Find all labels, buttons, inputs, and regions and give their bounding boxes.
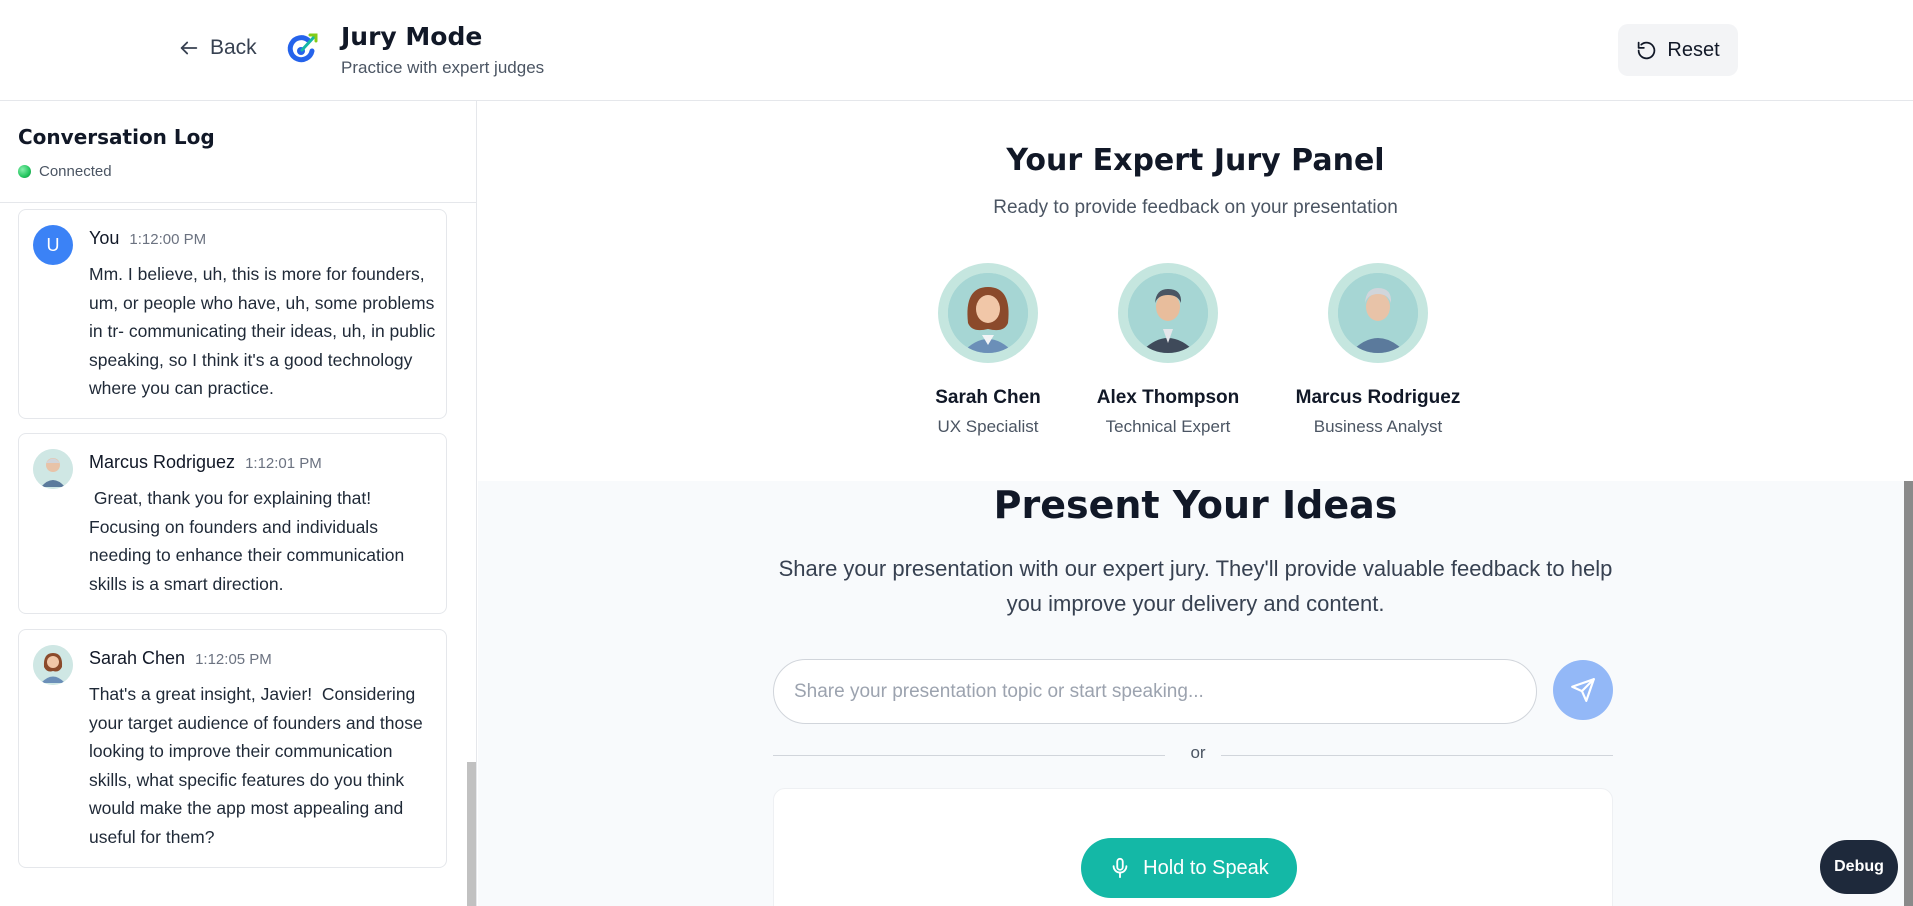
message-item: U You 1:12:00 PM Mm. I believe, uh, this… — [18, 209, 447, 419]
reset-icon — [1638, 41, 1656, 59]
message-text: Mm. I believe, uh, this is more for foun… — [89, 264, 436, 398]
microphone-icon — [1112, 857, 1128, 879]
conversation-log-panel: Conversation Log Connected U You 1:12:00… — [0, 101, 477, 906]
message-author: Sarah Chen — [89, 648, 186, 668]
present-description: Share your presentation with our expert … — [778, 556, 1613, 616]
judge-name: Sarah Chen — [935, 387, 1041, 408]
message-item: Marcus Rodriguez 1:12:01 PM Great, thank… — [18, 433, 447, 614]
message-text: Great, thank you for explaining that! Fo… — [89, 488, 410, 594]
arrow-left-icon — [180, 41, 198, 55]
jury-panel-subtitle: Ready to provide feedback on your presen… — [993, 197, 1398, 218]
jury-panel-section: Your Expert Jury Panel Ready to provide … — [478, 101, 1913, 481]
reset-button[interactable]: Reset — [1618, 24, 1738, 76]
judge-avatar — [1118, 263, 1218, 363]
speak-card: Hold to Speak — [773, 788, 1613, 906]
conversation-log-header: Conversation Log Connected — [0, 101, 476, 203]
page-title: Jury Mode — [341, 22, 483, 51]
divider — [773, 755, 1165, 756]
judge-name: Alex Thompson — [1096, 387, 1240, 408]
judge-name: Marcus Rodriguez — [1295, 387, 1461, 408]
judge-card: Alex Thompson Technical Expert — [1073, 263, 1263, 437]
message-time: 1:12:00 PM — [129, 231, 207, 248]
sidebar-scrollbar[interactable] — [467, 762, 476, 906]
present-title: Present Your Ideas — [993, 483, 1398, 527]
send-icon — [1571, 678, 1595, 702]
back-button[interactable]: Back — [178, 36, 257, 60]
judge-card: Sarah Chen UX Specialist — [893, 263, 1083, 437]
connection-status-label: Connected — [39, 163, 112, 180]
judge-avatar — [938, 263, 1038, 363]
message-text: That's a great insight, Javier! Consider… — [89, 684, 428, 847]
sarah-portrait-icon — [33, 645, 73, 685]
page-subtitle: Practice with expert judges — [341, 58, 545, 77]
hold-to-speak-button[interactable]: Hold to Speak — [1081, 838, 1297, 898]
marcus-portrait-icon — [33, 449, 73, 489]
or-label: or — [1190, 743, 1206, 762]
reset-label: Reset — [1667, 38, 1720, 61]
judge-avatar — [1328, 263, 1428, 363]
presentation-input[interactable] — [773, 659, 1537, 724]
jury-panel-title: Your Expert Jury Panel — [1006, 143, 1385, 178]
send-button[interactable] — [1553, 660, 1613, 720]
debug-button[interactable]: Debug — [1820, 840, 1898, 894]
logo-icon — [287, 33, 318, 63]
marcus-portrait-icon — [1338, 273, 1418, 353]
conversation-log-title: Conversation Log — [18, 125, 215, 149]
connection-status: Connected — [18, 163, 458, 180]
message-time: 1:12:01 PM — [245, 455, 322, 472]
sarah-portrait-icon — [948, 273, 1028, 353]
top-header: Back Jury Mode Practice with expert judg… — [0, 0, 1913, 101]
main-content: Your Expert Jury Panel Ready to provide … — [478, 101, 1913, 906]
present-section: Present Your Ideas Share your presentati… — [478, 481, 1913, 906]
sarah-avatar — [33, 645, 73, 685]
judge-role: Business Analyst — [1313, 417, 1443, 436]
hold-to-speak-label: Hold to Speak — [1143, 856, 1269, 879]
message-author: Marcus Rodriguez — [89, 452, 236, 472]
alex-portrait-icon — [1128, 273, 1208, 353]
judge-role: Technical Expert — [1105, 417, 1231, 436]
message-item: Sarah Chen 1:12:05 PM That's a great ins… — [18, 629, 447, 868]
message-author: You — [89, 228, 120, 248]
message-time: 1:12:05 PM — [195, 651, 272, 668]
status-dot-icon — [18, 165, 31, 178]
marcus-avatar — [33, 449, 73, 489]
main-scrollbar[interactable] — [1904, 481, 1913, 906]
judge-role: UX Specialist — [937, 417, 1039, 436]
back-label: Back — [210, 36, 257, 59]
divider — [1221, 755, 1613, 756]
judge-card: Marcus Rodriguez Business Analyst — [1283, 263, 1473, 437]
user-avatar: U — [33, 225, 73, 265]
